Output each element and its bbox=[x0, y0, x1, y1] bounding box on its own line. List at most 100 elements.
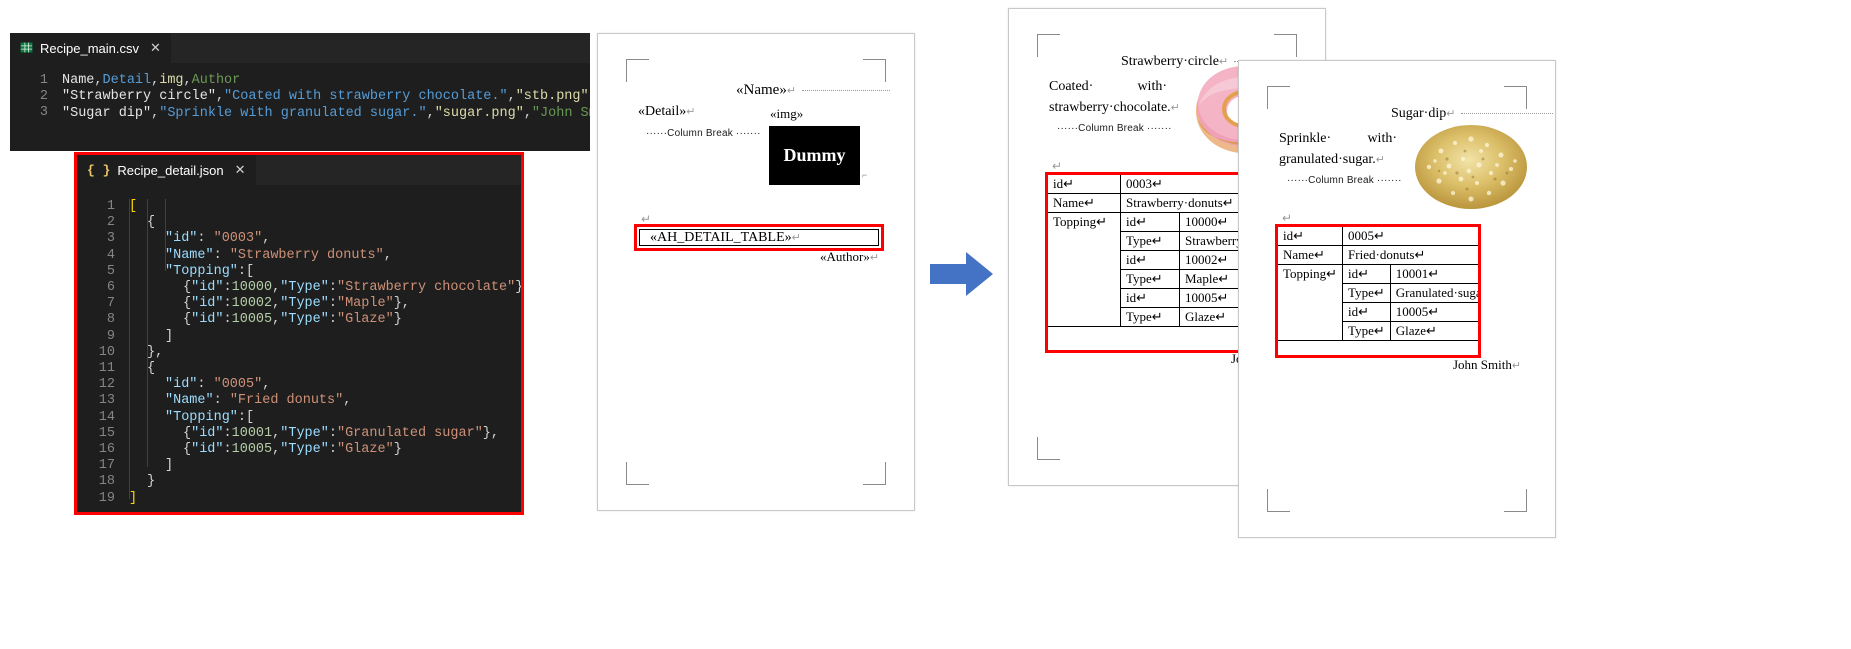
table-subkey-cell: Type↵ bbox=[1120, 231, 1180, 251]
line-number: 13 bbox=[98, 393, 115, 409]
code-token: , bbox=[490, 425, 500, 441]
code-text: {"id":10000,"Type":"Strawberry chocolate… bbox=[129, 280, 521, 296]
code-token: 10005 bbox=[231, 442, 273, 458]
code-token: } bbox=[393, 296, 402, 312]
code-token: { bbox=[183, 280, 192, 296]
code-token: [ bbox=[129, 199, 138, 214]
line-number: 9 bbox=[106, 328, 115, 344]
crop-mark-top-left bbox=[1037, 34, 1060, 57]
code-token: "Strawberry donuts" bbox=[229, 247, 384, 263]
paragraph-mark: ↵ bbox=[1446, 108, 1456, 120]
output2-author: John Smith↵ bbox=[1453, 357, 1521, 373]
table-label-cell: id↵ bbox=[1048, 175, 1121, 194]
table-subkey-cell: id↵ bbox=[1120, 212, 1180, 232]
code-token: : bbox=[223, 312, 232, 328]
code-line: 9] bbox=[77, 329, 521, 345]
code-token: img bbox=[159, 73, 184, 88]
detail-text: granulated·sugar. bbox=[1279, 152, 1376, 167]
code-token: "id" bbox=[191, 296, 224, 312]
code-token: "Type" bbox=[280, 296, 329, 312]
code-token: ] bbox=[165, 458, 174, 474]
code-token: "Strawberry chocolate" bbox=[336, 280, 516, 296]
code-text: [ bbox=[129, 199, 137, 215]
code-text: ] bbox=[129, 458, 173, 474]
output-document-2[interactable]: Sugar·dip↵ Sprinkle· with· granulated·su… bbox=[1238, 60, 1556, 538]
code-token: [ bbox=[246, 263, 255, 279]
code-token: "Topping" bbox=[165, 409, 238, 425]
line-number: 19 bbox=[98, 490, 115, 506]
template-author-field: «Author»↵ bbox=[820, 249, 879, 265]
csv-editor-tabbar: Recipe_main.csv ✕ bbox=[10, 33, 590, 63]
code-line: 4 "Name": "Strawberry donuts", bbox=[77, 248, 521, 264]
code-token: Detail bbox=[102, 73, 152, 88]
code-token: 10002 bbox=[231, 296, 273, 312]
csv-code-area[interactable]: 1 Name,Detail,img,Author 2 "Strawberry circ… bbox=[10, 63, 590, 123]
code-token: "id" bbox=[191, 312, 224, 328]
json-code-area[interactable]: 1[2{3 "id": "0003", 4 "Name": "Strawberry d… bbox=[77, 185, 521, 507]
indent-guide bbox=[165, 199, 166, 271]
line-number: 14 bbox=[98, 409, 115, 425]
code-line: 7 {"id":10002,"Type":"Maple"}, bbox=[77, 296, 521, 312]
code-token: Author bbox=[191, 73, 241, 88]
code-token: "Glaze" bbox=[336, 442, 394, 458]
code-token: [ bbox=[246, 409, 255, 425]
code-token: "id" bbox=[191, 280, 224, 296]
code-token: { bbox=[147, 215, 156, 231]
code-line: 8 {"id":10005,"Type":"Glaze"} bbox=[77, 312, 521, 328]
line-number: 7 bbox=[106, 296, 115, 312]
template-document-page[interactable]: «Name»↵ «Detail»↵ «img» ······Column Bre… bbox=[597, 33, 915, 511]
code-token: : bbox=[328, 442, 337, 458]
code-token: : bbox=[328, 425, 337, 441]
code-line: 13 "Name": "Fried donuts", bbox=[77, 393, 521, 409]
json-editor-tabbar: { } Recipe_detail.json ✕ bbox=[77, 155, 521, 185]
line-number: 12 bbox=[98, 377, 115, 393]
code-token: : bbox=[223, 280, 232, 296]
code-token: "Type" bbox=[280, 312, 329, 328]
crop-mark-bottom-left bbox=[626, 462, 649, 485]
tab-recipe-detail-json[interactable]: { } Recipe_detail.json ✕ bbox=[77, 155, 256, 185]
table-label-cell: Topping↵ bbox=[1048, 212, 1121, 327]
code-token: 10005 bbox=[231, 312, 273, 328]
tab-recipe-main-csv[interactable]: Recipe_main.csv ✕ bbox=[10, 33, 171, 63]
code-token: "Sprinkle with granulated sugar." bbox=[159, 106, 427, 122]
close-icon[interactable]: ✕ bbox=[235, 162, 246, 178]
line-number: 3 bbox=[39, 105, 48, 121]
line-number: 2 bbox=[106, 215, 115, 231]
code-token: } bbox=[393, 312, 402, 328]
paragraph-mark: ↵ bbox=[1170, 102, 1180, 114]
table-subkey-cell: Type↵ bbox=[1342, 283, 1391, 303]
detail-text: strawberry·chocolate. bbox=[1049, 100, 1171, 115]
output2-empty-paragraph-mark: ↵ bbox=[1282, 211, 1293, 225]
json-editor-highlight: { } Recipe_detail.json ✕ 1[2{3 "id": "000… bbox=[74, 152, 524, 515]
line-number: 3 bbox=[106, 231, 115, 247]
table-label-cell: Topping↵ bbox=[1278, 264, 1344, 341]
table-row: Name↵ Fried·donuts↵ bbox=[1278, 245, 1478, 265]
code-token: "id" bbox=[191, 425, 224, 441]
process-arrow bbox=[930, 250, 994, 298]
merge-field-detail: «Detail» bbox=[638, 104, 687, 119]
code-text: "Sugar dip","Sprinkle with granulated su… bbox=[62, 105, 590, 122]
table-subkey-cell: Type↵ bbox=[1120, 307, 1180, 327]
code-token: , bbox=[343, 393, 352, 409]
code-token: "Name" bbox=[165, 393, 214, 409]
code-token: "id" bbox=[191, 442, 224, 458]
code-token: : bbox=[213, 393, 230, 409]
code-text: {"id":10002,"Type":"Maple"}, bbox=[129, 296, 410, 312]
close-icon[interactable]: ✕ bbox=[150, 40, 161, 56]
line-number: 15 bbox=[98, 425, 115, 441]
paragraph-mark: ↵ bbox=[791, 232, 801, 244]
tab-label: Recipe_detail.json bbox=[117, 162, 224, 178]
paragraph-mark: ↵ bbox=[786, 85, 797, 97]
table-subkey-cell: Type↵ bbox=[1120, 269, 1180, 289]
code-text: "id": "0005", bbox=[129, 377, 270, 393]
code-text: "Strawberry circle","Coated with strawbe… bbox=[62, 89, 590, 105]
code-token: , bbox=[155, 344, 164, 360]
code-token: , bbox=[262, 377, 271, 393]
json-file-icon: { } bbox=[87, 162, 111, 178]
code-line: 5 "Topping":[ bbox=[77, 264, 521, 280]
line-number: 17 bbox=[98, 458, 115, 474]
code-token: "0003" bbox=[213, 231, 263, 247]
output1-detail-line2: strawberry·chocolate.↵ bbox=[1049, 100, 1180, 116]
code-token: "sugar.png" bbox=[434, 106, 524, 122]
code-token: "id" bbox=[165, 377, 198, 393]
